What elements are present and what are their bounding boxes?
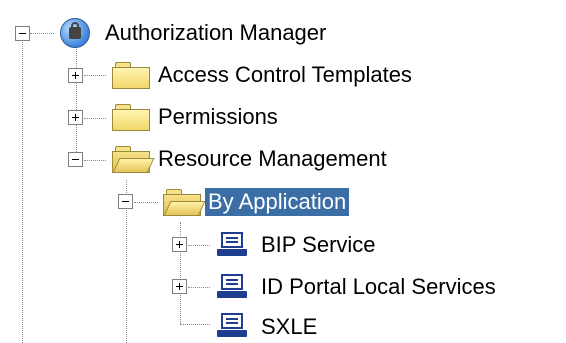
tree-view: Authorization Manager Access Control Tem…	[0, 0, 566, 343]
tree-node-bip-service[interactable]: BIP Service	[258, 231, 379, 259]
tree-line	[180, 324, 210, 325]
tree-node-permissions[interactable]: Permissions	[155, 103, 281, 131]
folder-open-icon	[112, 146, 155, 173]
collapse-toggle[interactable]	[15, 26, 30, 41]
computer-icon	[214, 274, 252, 300]
tree-line	[188, 287, 210, 288]
tree-line	[22, 38, 23, 343]
tree-line	[84, 160, 106, 161]
tree-line	[30, 33, 54, 34]
tree-node-by-application[interactable]: By Application	[205, 188, 350, 216]
authorization-manager-icon	[60, 18, 90, 48]
collapse-toggle[interactable]	[68, 152, 83, 167]
folder-icon	[112, 104, 150, 131]
tree-node-resource-management[interactable]: Resource Management	[155, 145, 390, 173]
tree-line	[134, 202, 158, 203]
tree-line	[84, 118, 106, 119]
folder-icon	[112, 62, 150, 89]
expand-toggle[interactable]	[68, 110, 83, 125]
tree-node-access-control-templates[interactable]: Access Control Templates	[155, 61, 415, 89]
tree-node-authorization-manager[interactable]: Authorization Manager	[102, 19, 329, 47]
tree-node-sxle[interactable]: SXLE	[258, 313, 320, 341]
collapse-toggle[interactable]	[118, 194, 133, 209]
tree-line	[84, 75, 106, 76]
expand-toggle[interactable]	[172, 279, 187, 294]
computer-icon	[214, 313, 252, 339]
tree-line	[76, 42, 77, 162]
tree-line	[188, 245, 210, 246]
expand-toggle[interactable]	[68, 68, 83, 83]
expand-toggle[interactable]	[172, 237, 187, 252]
folder-open-icon	[163, 189, 206, 216]
computer-icon	[214, 232, 252, 258]
tree-node-id-portal-local-services[interactable]: ID Portal Local Services	[258, 273, 499, 301]
